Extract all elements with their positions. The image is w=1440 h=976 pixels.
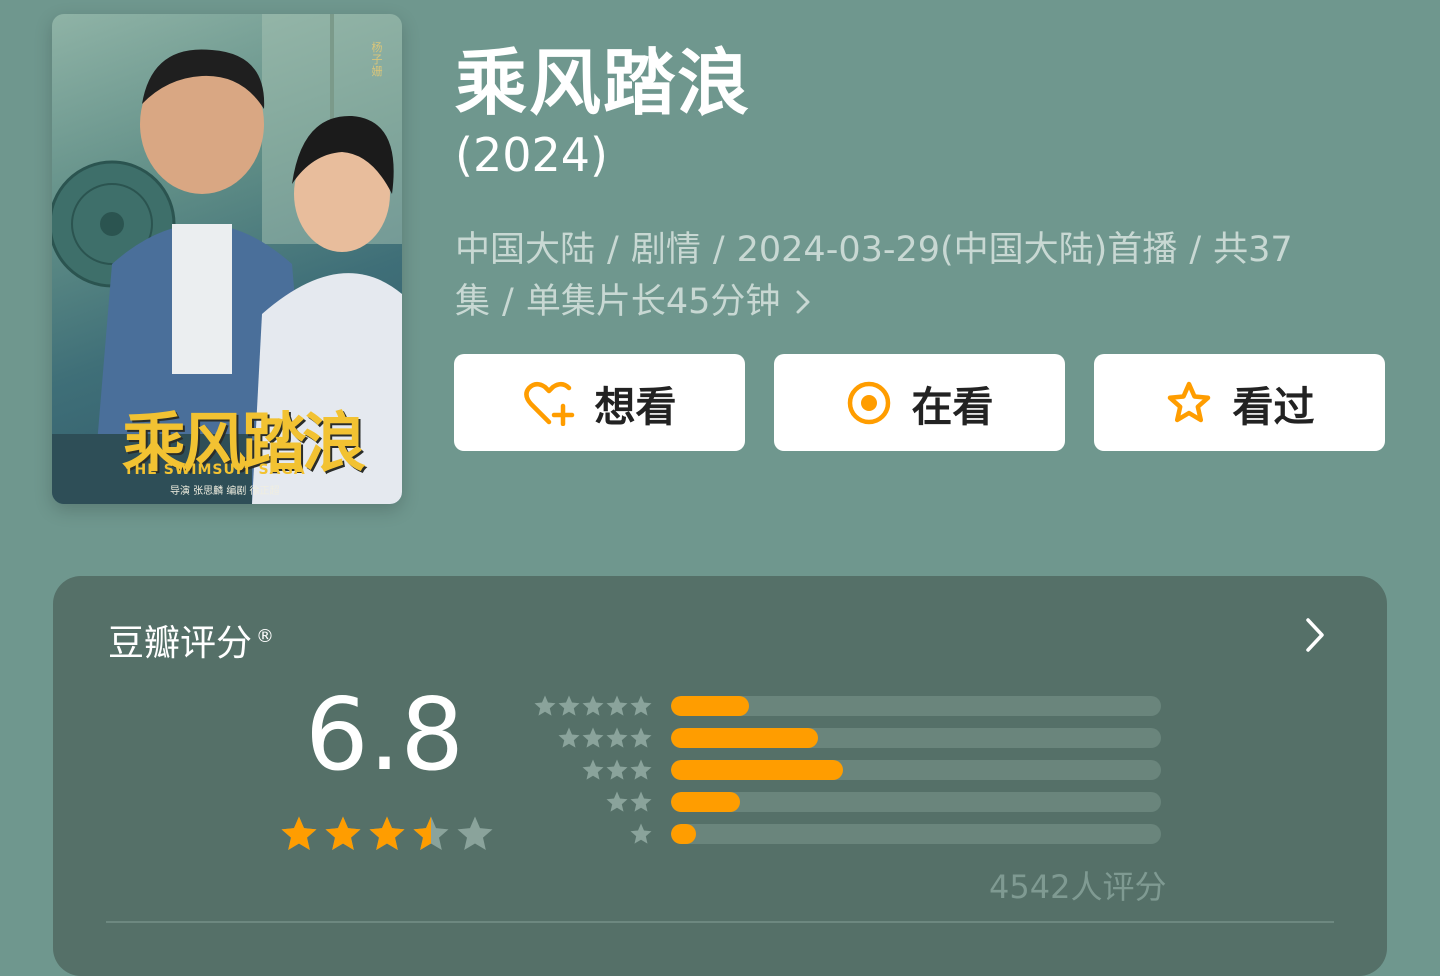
distribution-bar-track: [671, 728, 1161, 748]
distribution-stars: [605, 790, 653, 814]
distribution-bar-track: [671, 824, 1161, 844]
poster-image[interactable]: 杨子姗 乘风踏浪 THE SWIMSUIT SAGA 导演 张思麟 编剧 徐正超: [52, 14, 402, 504]
rating-score: 6.8: [305, 676, 465, 793]
rating-star-icon: [281, 816, 317, 850]
meta-genre: 剧情: [630, 230, 701, 270]
rating-star-icon: [369, 816, 405, 850]
page-title: 乘风踏浪: [455, 41, 752, 125]
small-star-icon: [630, 823, 652, 844]
release-year: (2024): [455, 128, 608, 182]
want-to-watch-button[interactable]: 想看: [454, 354, 745, 451]
small-star-icon: [582, 727, 604, 748]
divider: [106, 921, 1334, 923]
meta-premiere: 2024-03-29(中国大陆)首播: [736, 230, 1178, 270]
poster-subtitle: THE SWIMSUIT SAGA: [124, 462, 306, 478]
rating-count: 4542人评分: [989, 868, 1167, 906]
distribution-stars: [581, 758, 653, 782]
small-star-icon: [630, 759, 652, 780]
small-star-icon: [558, 727, 580, 748]
star-outline-icon: [1165, 380, 1213, 426]
distribution-bar-fill: [671, 760, 843, 780]
small-star-icon: [630, 727, 652, 748]
rating-star-icon: [457, 816, 493, 850]
meta-separator: /: [712, 230, 725, 270]
distribution-stars: [557, 726, 653, 750]
want-to-watch-label: 想看: [594, 382, 677, 431]
average-stars: [279, 814, 495, 854]
registered-mark: ®: [256, 626, 275, 647]
distribution-bar-fill: [671, 792, 740, 812]
small-star-icon: [558, 695, 580, 716]
distribution-bar-track: [671, 792, 1161, 812]
meta-region: 中国大陆: [455, 230, 596, 270]
rating-star-icon: [325, 816, 361, 850]
small-star-icon: [582, 695, 604, 716]
distribution-bar-track: [671, 696, 1161, 716]
small-star-icon: [606, 695, 628, 716]
chevron-right-icon: [794, 282, 812, 322]
small-star-icon: [606, 791, 628, 812]
meta-duration: 单集片长45分钟: [525, 282, 781, 322]
distribution-bar-fill: [671, 728, 818, 748]
small-star-icon: [606, 759, 628, 780]
watched-button[interactable]: 看过: [1094, 354, 1385, 451]
watching-label: 在看: [911, 382, 994, 431]
target-circle-icon: [846, 380, 892, 426]
heart-plus-icon: [523, 380, 575, 426]
rating-label-text: 豆瓣评分: [108, 623, 253, 664]
poster-credit: 导演 张思麟 编剧 徐正超: [170, 486, 280, 497]
rating-card[interactable]: 豆瓣评分 ® 6.8 4542人评分: [53, 576, 1387, 976]
small-star-icon: [534, 695, 556, 716]
meta-separator: /: [1189, 230, 1202, 270]
watched-label: 看过: [1232, 382, 1315, 431]
chevron-right-icon[interactable]: [1303, 616, 1327, 658]
meta-info[interactable]: 中国大陆 / 剧情/2024-03-29(中国大陆)首播 / 共37集 / 单集片长45分钟: [455, 224, 1360, 328]
meta-separator: /: [502, 282, 514, 322]
rating-label: 豆瓣评分 ®: [108, 614, 274, 666]
small-star-icon: [606, 727, 628, 748]
distribution-stars: [629, 822, 653, 846]
meta-separator: /: [607, 230, 619, 270]
rating-star-icon: [413, 816, 449, 850]
distribution-bar-fill: [671, 824, 696, 844]
poster-cast-name: 杨子姗: [371, 41, 383, 78]
small-star-icon: [630, 695, 652, 716]
distribution-bar-track: [671, 760, 1161, 780]
watching-button[interactable]: 在看: [774, 354, 1065, 451]
distribution-bar-fill: [671, 696, 750, 716]
distribution-stars: [533, 694, 653, 718]
small-star-icon: [582, 759, 604, 780]
small-star-icon: [630, 791, 652, 812]
